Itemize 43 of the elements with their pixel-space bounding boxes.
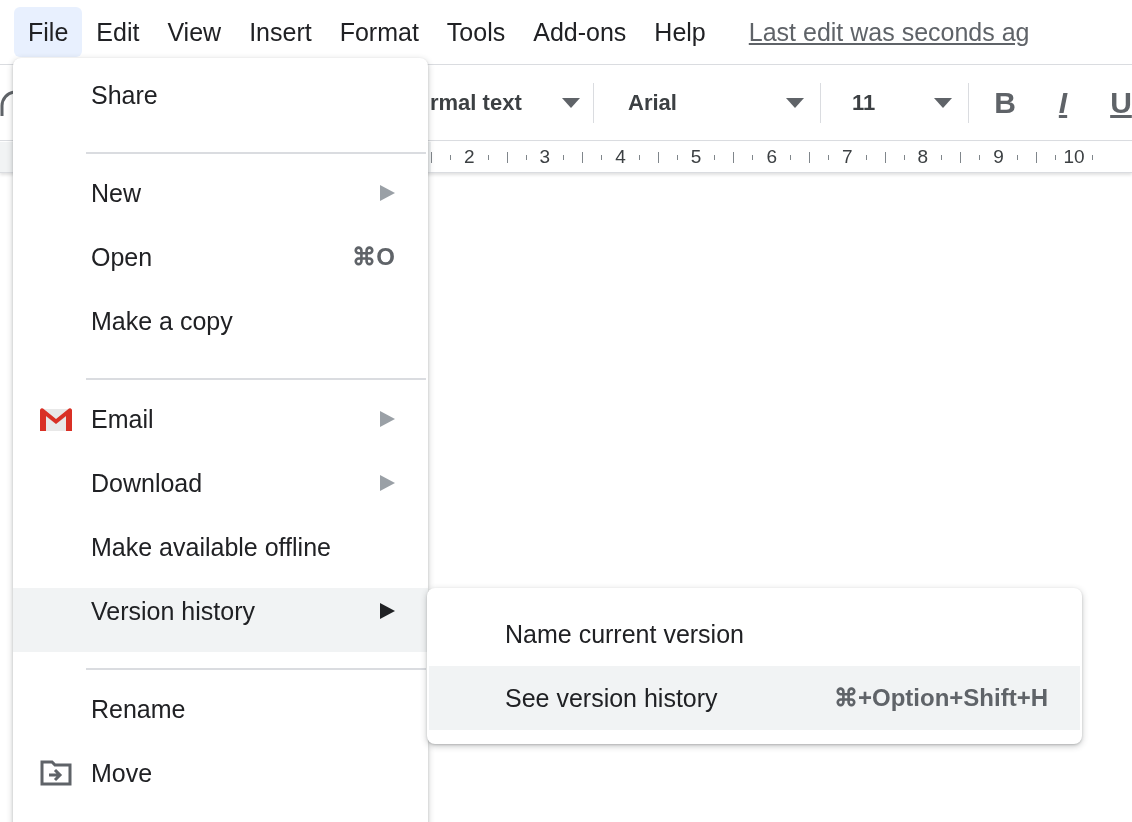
menu-item[interactable]: Rename [13, 686, 428, 750]
menu-item[interactable]: New [13, 170, 428, 234]
menu-item[interactable]: Open ⌘O [13, 234, 428, 298]
shortcut-text: ⌘O [352, 243, 395, 272]
ruler-number: 7 [840, 146, 854, 168]
font-dropdown[interactable]: Arial [628, 77, 804, 128]
menu-bar-item[interactable]: Insert [235, 7, 326, 57]
style-dropdown[interactable]: rmal text [430, 77, 580, 128]
menu-bar-item[interactable]: Add-ons [519, 7, 641, 57]
mail-icon [40, 407, 72, 432]
menu-item[interactable]: Email [13, 396, 428, 460]
caret-icon [786, 97, 804, 108]
menu-item[interactable]: Download [13, 460, 428, 524]
menu-bar-item[interactable]: Tools [432, 7, 520, 57]
menu-item[interactable]: Make a copy [13, 298, 428, 362]
shortcut-text: ⌘+Option+Shift+H [834, 684, 1048, 712]
ruler-number: 2 [463, 146, 476, 168]
ruler-number: 6 [765, 146, 778, 168]
folder-icon [40, 760, 72, 787]
caret-icon [562, 97, 580, 108]
ruler-number: 8 [916, 146, 930, 168]
menu-item[interactable]: See version history ⌘+Option+Shift+H [429, 666, 1080, 730]
ruler-number: 5 [689, 146, 703, 168]
menu-bar-item[interactable]: Format [325, 7, 433, 57]
caret-icon [934, 97, 952, 108]
font-size-dropdown[interactable]: 11 [852, 77, 952, 128]
italic-button[interactable]: I [1041, 77, 1085, 128]
menu-item[interactable]: Version history [13, 588, 428, 652]
menu-bar-item[interactable]: File [14, 7, 83, 57]
underline-button[interactable]: U [1099, 77, 1132, 128]
menu-bar-item[interactable]: View [153, 7, 236, 57]
menu-item[interactable]: Name current version [429, 602, 1080, 666]
menu-bar-item[interactable]: Help [640, 7, 720, 57]
bold-button[interactable]: B [983, 77, 1027, 128]
ruler-number: 10 [1062, 146, 1086, 168]
last-edit-link[interactable]: Last edit was seconds ag [748, 17, 1030, 47]
menu-bar-item[interactable]: Edit [82, 7, 154, 57]
ruler-number: 4 [614, 146, 627, 168]
menu-item[interactable]: Share [13, 72, 428, 136]
ruler-number: 9 [992, 146, 1005, 168]
ruler-number: 3 [538, 146, 552, 168]
menu-item[interactable]: Move [13, 750, 428, 814]
menu-item[interactable]: Make available offline [13, 524, 428, 588]
